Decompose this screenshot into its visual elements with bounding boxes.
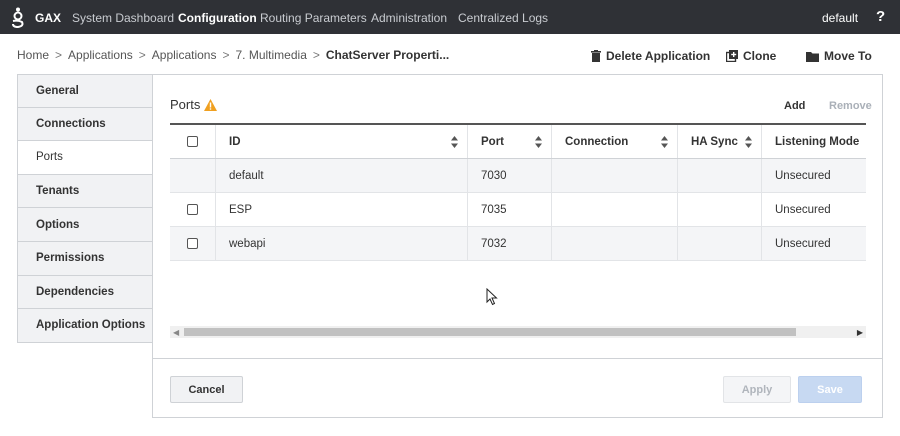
ports-table: ID Port Connection HA Sync Listening Mod… [170,123,866,261]
breadcrumb-multimedia[interactable]: 7. Multimedia [236,48,307,62]
folder-icon [806,51,819,62]
row-select-cell [170,227,216,260]
header-select-cell [170,125,216,158]
column-label: ID [229,135,241,148]
remove-port-button[interactable]: Remove [829,100,872,112]
cell-port: 7030 [468,159,552,192]
breadcrumb-applications-folder[interactable]: Applications [152,48,217,62]
cell-port: 7032 [468,227,552,260]
sidebar-item-options[interactable]: Options [17,208,153,242]
column-label: HA Sync [691,135,738,148]
table-row[interactable]: webapi 7032 Unsecured [170,227,866,261]
column-header-port[interactable]: Port [468,125,552,158]
save-button[interactable]: Save [798,376,862,403]
move-to-label: Move To [824,49,872,63]
delete-application-button[interactable]: Delete Application [591,49,710,63]
cell-id: ESP [216,193,468,226]
clone-button[interactable]: Clone [726,49,776,63]
cell-listening-mode: Unsecured [775,203,831,216]
row-checkbox[interactable] [187,238,198,249]
breadcrumb: Home > Applications > Applications >7. Multim… [17,48,449,62]
cell-connection [552,159,678,192]
ports-title: Ports [170,97,201,112]
nav-routing-parameters[interactable]: Routing Parameters [260,11,367,25]
table-row[interactable]: default 7030 Unsecured [170,159,866,193]
cell-connection [552,193,678,226]
clone-icon [726,50,738,62]
row-select-cell [170,159,216,192]
cell-id: default [216,159,468,192]
scroll-right-arrow-icon[interactable]: ▶ [857,328,863,337]
column-header-ha-sync[interactable]: HA Sync [678,125,762,158]
delete-application-label: Delete Application [606,49,711,63]
clone-label: Clone [743,49,777,63]
add-port-button[interactable]: Add [784,100,805,112]
scroll-left-arrow-icon[interactable]: ◀ [173,328,179,337]
sort-icon[interactable] [535,136,542,148]
breadcrumb-applications[interactable]: Applications [68,48,133,62]
sidebar-item-ports[interactable]: Ports [17,141,153,175]
properties-sidebar: General Connections Ports Tenants Option… [17,74,153,343]
cell-listening-mode: Unsecured [775,169,831,182]
trash-icon [591,50,601,62]
panel-title: Ports [170,97,218,112]
column-header-listening-mode[interactable]: Listening Mode [762,125,866,158]
cell-listening-mode: Unsecured [775,237,831,250]
sidebar-item-permissions[interactable]: Permissions [17,241,153,276]
horizontal-scrollbar[interactable]: ◀ ▶ [170,326,866,338]
column-label: Port [481,135,504,148]
breadcrumb-separator: > [138,48,146,62]
breadcrumb-separator: > [222,48,230,62]
sort-icon[interactable] [451,136,458,148]
scrollbar-thumb[interactable] [184,328,796,336]
cell-ha-sync [678,227,762,260]
apply-button[interactable]: Apply [723,376,791,403]
top-navigation-bar: GAX System Dashboard Configuration Routi… [0,0,900,34]
breadcrumb-current: ChatServer Properti... [325,48,450,62]
breadcrumb-home[interactable]: Home [17,48,49,62]
row-checkbox[interactable] [187,204,198,215]
column-header-id[interactable]: ID [216,125,468,158]
sidebar-item-tenants[interactable]: Tenants [17,174,153,209]
breadcrumb-separator: > [55,48,63,62]
sidebar-item-dependencies[interactable]: Dependencies [17,275,153,310]
column-label: Connection [565,135,629,148]
column-label: Listening Mode [775,135,860,148]
table-row[interactable]: ESP 7035 Unsecured [170,193,866,227]
cell-ha-sync [678,193,762,226]
nav-administration[interactable]: Administration [371,11,447,25]
user-menu[interactable]: default [822,11,858,25]
footer-divider [153,358,882,359]
breadcrumb-separator: > [312,48,320,62]
help-icon[interactable]: ? [876,8,885,25]
row-select-cell [170,193,216,226]
column-header-connection[interactable]: Connection [552,125,678,158]
nav-configuration[interactable]: Configuration [178,11,257,25]
sidebar-item-application-options[interactable]: Application Options [17,309,153,343]
genesys-logo-icon[interactable] [10,7,26,29]
warning-icon[interactable] [204,98,218,111]
sort-icon[interactable] [745,136,752,148]
cancel-button[interactable]: Cancel [170,376,243,403]
brand-name[interactable]: GAX [35,11,61,25]
cell-connection [552,227,678,260]
cell-id: webapi [216,227,468,260]
cell-ha-sync [678,159,762,192]
table-header: ID Port Connection HA Sync Listening Mod… [170,123,866,159]
move-to-button[interactable]: Move To [806,49,872,63]
ports-panel: Ports Add Remove ID Port Connection HA S… [152,74,883,418]
sort-icon[interactable] [661,136,668,148]
sidebar-item-connections[interactable]: Connections [17,107,153,142]
sidebar-item-general[interactable]: General [17,74,153,108]
cell-port: 7035 [468,193,552,226]
select-all-checkbox[interactable] [187,136,198,147]
mouse-cursor-icon [486,288,498,306]
nav-centralized-logs[interactable]: Centralized Logs [458,11,548,25]
nav-system-dashboard[interactable]: System Dashboard [72,11,174,25]
